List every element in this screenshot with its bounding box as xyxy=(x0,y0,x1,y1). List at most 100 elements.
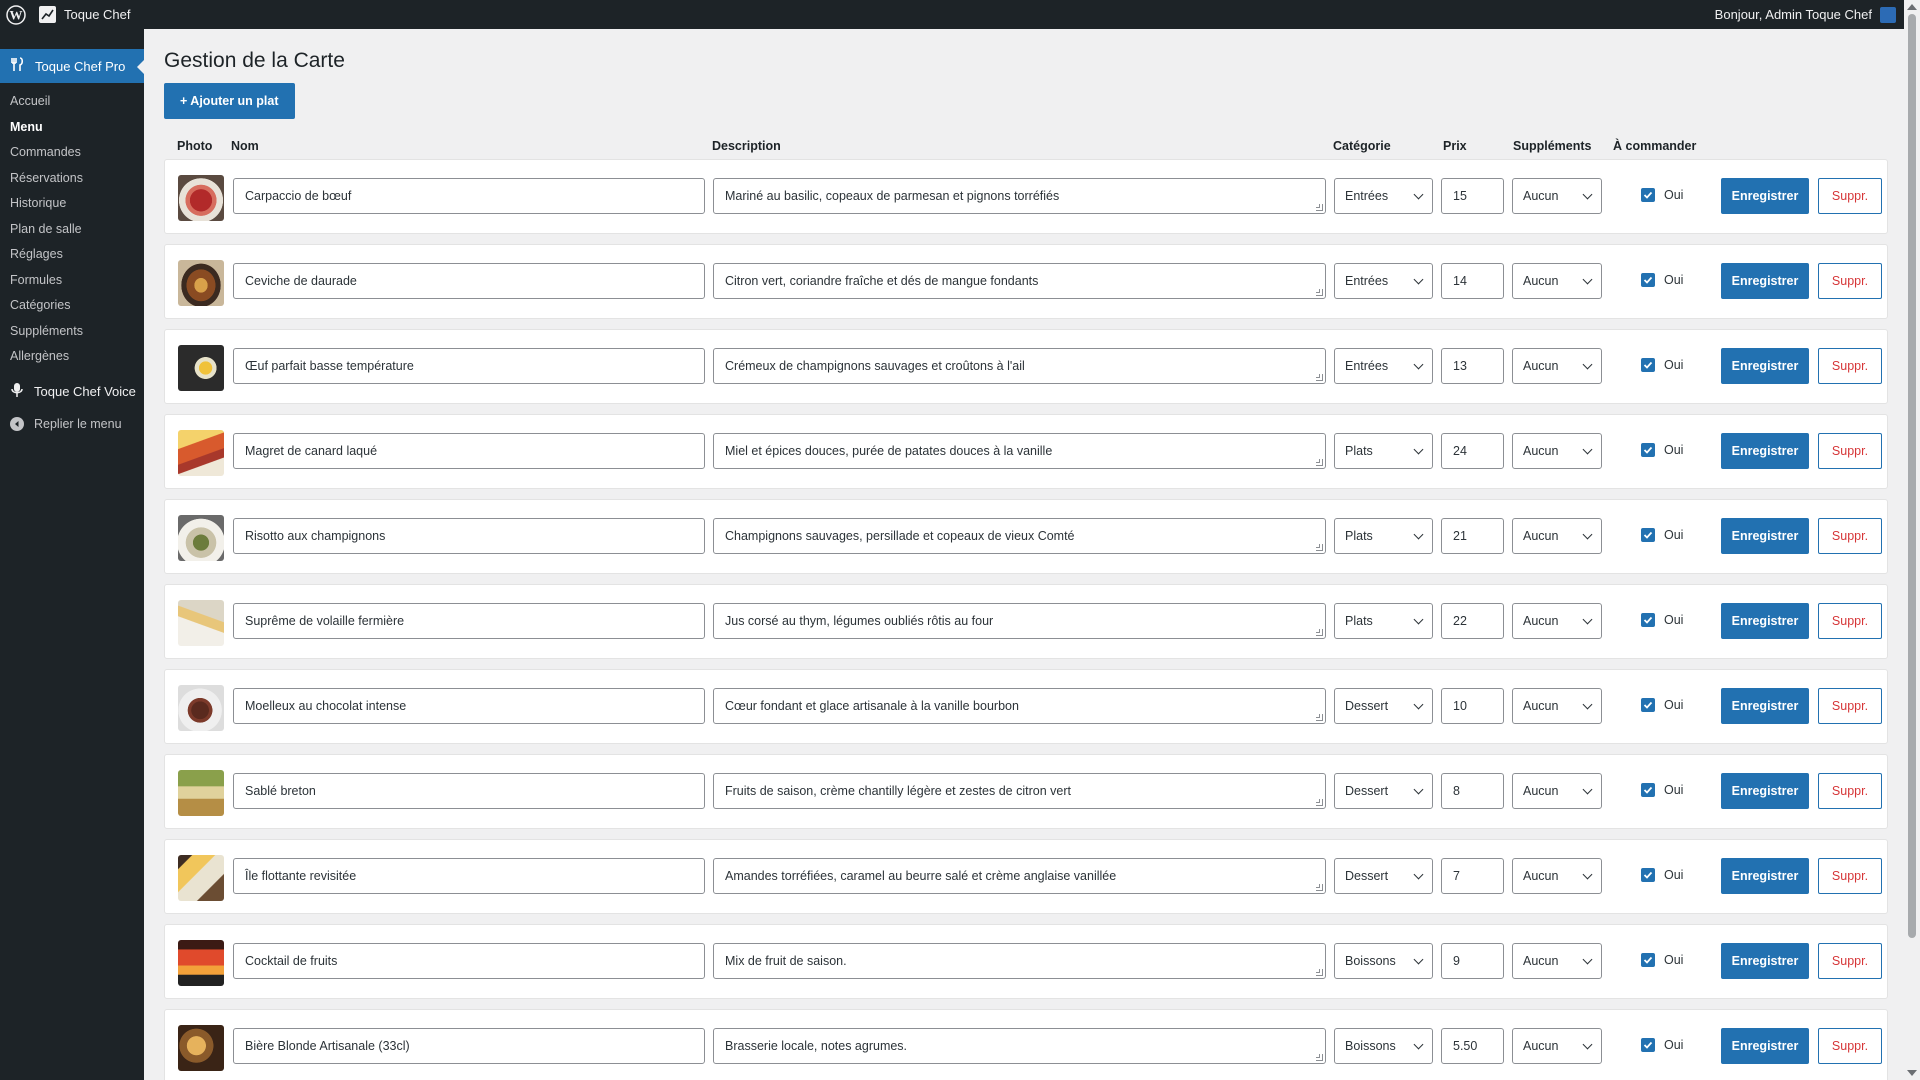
sidebar-item-reservations[interactable]: Réservations xyxy=(0,166,144,192)
dish-photo[interactable] xyxy=(178,685,224,731)
dish-name-input[interactable]: Carpaccio de bœuf xyxy=(233,178,705,214)
save-dish-button[interactable]: Enregistrer xyxy=(1721,263,1809,299)
dish-name-input[interactable]: Bière Blonde Artisanale (33cl) xyxy=(233,1028,705,1064)
sidebar-plugin-header[interactable]: Toque Chef Pro xyxy=(0,49,145,83)
dish-photo[interactable] xyxy=(178,770,224,816)
orderable-checkbox[interactable] xyxy=(1641,443,1655,457)
dish-supplements-select[interactable]: Aucun xyxy=(1512,773,1602,809)
dish-photo[interactable] xyxy=(178,600,224,646)
sidebar-item-plan-de-salle[interactable]: Plan de salle xyxy=(0,217,144,243)
dish-photo[interactable] xyxy=(178,260,224,306)
dish-photo[interactable] xyxy=(178,175,224,221)
orderable-checkbox[interactable] xyxy=(1641,188,1655,202)
dish-supplements-select[interactable]: Aucun xyxy=(1512,263,1602,299)
resize-grip-icon[interactable] xyxy=(1316,544,1323,551)
delete-dish-button[interactable]: Suppr. xyxy=(1818,688,1882,724)
delete-dish-button[interactable]: Suppr. xyxy=(1818,518,1882,554)
delete-dish-button[interactable]: Suppr. xyxy=(1818,603,1882,639)
dish-category-select[interactable]: Entrées xyxy=(1334,348,1433,384)
dish-description-textarea[interactable]: Champignons sauvages, persillade et cope… xyxy=(713,518,1326,554)
orderable-checkbox[interactable] xyxy=(1641,358,1655,372)
dish-category-select[interactable]: Entrées xyxy=(1334,178,1433,214)
dish-category-select[interactable]: Dessert xyxy=(1334,688,1433,724)
dish-price-input[interactable]: 8 xyxy=(1441,773,1504,809)
dish-name-input[interactable]: Œuf parfait basse température xyxy=(233,348,705,384)
dish-supplements-select[interactable]: Aucun xyxy=(1512,518,1602,554)
dish-price-input[interactable]: 10 xyxy=(1441,688,1504,724)
dish-category-select[interactable]: Plats xyxy=(1334,603,1433,639)
dish-supplements-select[interactable]: Aucun xyxy=(1512,348,1602,384)
dish-supplements-select[interactable]: Aucun xyxy=(1512,603,1602,639)
orderable-checkbox[interactable] xyxy=(1641,528,1655,542)
dish-price-input[interactable]: 15 xyxy=(1441,178,1504,214)
sidebar-item-voice[interactable]: Toque Chef Voice xyxy=(0,376,144,408)
dish-price-input[interactable]: 22 xyxy=(1441,603,1504,639)
dish-supplements-select[interactable]: Aucun xyxy=(1512,1028,1602,1064)
delete-dish-button[interactable]: Suppr. xyxy=(1818,1028,1882,1064)
orderable-checkbox[interactable] xyxy=(1641,1038,1655,1052)
dish-supplements-select[interactable]: Aucun xyxy=(1512,178,1602,214)
dish-category-select[interactable]: Plats xyxy=(1334,518,1433,554)
dish-name-input[interactable]: Ceviche de daurade xyxy=(233,263,705,299)
dish-name-input[interactable]: Sablé breton xyxy=(233,773,705,809)
save-dish-button[interactable]: Enregistrer xyxy=(1721,518,1809,554)
delete-dish-button[interactable]: Suppr. xyxy=(1818,178,1882,214)
site-link[interactable]: Toque Chef xyxy=(39,6,131,23)
dish-photo[interactable] xyxy=(178,855,224,901)
dish-name-input[interactable]: Suprême de volaille fermière xyxy=(233,603,705,639)
dish-supplements-select[interactable]: Aucun xyxy=(1512,688,1602,724)
user-account[interactable]: Bonjour, Admin Toque Chef xyxy=(1715,0,1896,29)
save-dish-button[interactable]: Enregistrer xyxy=(1721,603,1809,639)
dish-photo[interactable] xyxy=(178,345,224,391)
delete-dish-button[interactable]: Suppr. xyxy=(1818,943,1882,979)
dish-category-select[interactable]: Boissons xyxy=(1334,943,1433,979)
dish-description-textarea[interactable]: Cœur fondant et glace artisanale à la va… xyxy=(713,688,1326,724)
dish-description-textarea[interactable]: Fruits de saison, crème chantilly légère… xyxy=(713,773,1326,809)
dish-description-textarea[interactable]: Brasserie locale, notes agrumes. xyxy=(713,1028,1326,1064)
sidebar-item-historique[interactable]: Historique xyxy=(0,191,144,217)
dish-price-input[interactable]: 24 xyxy=(1441,433,1504,469)
dish-price-input[interactable]: 7 xyxy=(1441,858,1504,894)
resize-grip-icon[interactable] xyxy=(1316,629,1323,636)
sidebar-item-supplements[interactable]: Suppléments xyxy=(0,319,144,345)
dish-category-select[interactable]: Plats xyxy=(1334,433,1433,469)
save-dish-button[interactable]: Enregistrer xyxy=(1721,348,1809,384)
dish-name-input[interactable]: Risotto aux champignons xyxy=(233,518,705,554)
dish-description-textarea[interactable]: Jus corsé au thym, légumes oubliés rôtis… xyxy=(713,603,1326,639)
page-scrollbar[interactable] xyxy=(1904,0,1920,1080)
orderable-checkbox[interactable] xyxy=(1641,868,1655,882)
resize-grip-icon[interactable] xyxy=(1316,884,1323,891)
orderable-checkbox[interactable] xyxy=(1641,613,1655,627)
dish-photo[interactable] xyxy=(178,515,224,561)
save-dish-button[interactable]: Enregistrer xyxy=(1721,178,1809,214)
dish-price-input[interactable]: 9 xyxy=(1441,943,1504,979)
sidebar-item-categories[interactable]: Catégories xyxy=(0,293,144,319)
resize-grip-icon[interactable] xyxy=(1316,969,1323,976)
sidebar-item-reglages[interactable]: Réglages xyxy=(0,242,144,268)
dish-supplements-select[interactable]: Aucun xyxy=(1512,943,1602,979)
resize-grip-icon[interactable] xyxy=(1316,289,1323,296)
resize-grip-icon[interactable] xyxy=(1316,374,1323,381)
dish-category-select[interactable]: Dessert xyxy=(1334,858,1433,894)
sidebar-item-formules[interactable]: Formules xyxy=(0,268,144,294)
save-dish-button[interactable]: Enregistrer xyxy=(1721,433,1809,469)
scroll-thumb[interactable] xyxy=(1908,14,1916,938)
dish-price-input[interactable]: 14 xyxy=(1441,263,1504,299)
save-dish-button[interactable]: Enregistrer xyxy=(1721,773,1809,809)
save-dish-button[interactable]: Enregistrer xyxy=(1721,858,1809,894)
sidebar-item-menu[interactable]: Menu xyxy=(0,115,144,141)
save-dish-button[interactable]: Enregistrer xyxy=(1721,1028,1809,1064)
dish-name-input[interactable]: Cocktail de fruits xyxy=(233,943,705,979)
save-dish-button[interactable]: Enregistrer xyxy=(1721,943,1809,979)
dish-description-textarea[interactable]: Crémeux de champignons sauvages et croût… xyxy=(713,348,1326,384)
dish-category-select[interactable]: Dessert xyxy=(1334,773,1433,809)
delete-dish-button[interactable]: Suppr. xyxy=(1818,263,1882,299)
resize-grip-icon[interactable] xyxy=(1316,714,1323,721)
dish-price-input[interactable]: 13 xyxy=(1441,348,1504,384)
scroll-down-arrow-icon[interactable] xyxy=(1907,1070,1917,1076)
scroll-up-arrow-icon[interactable] xyxy=(1907,4,1917,10)
dish-photo[interactable] xyxy=(178,1025,224,1071)
delete-dish-button[interactable]: Suppr. xyxy=(1818,858,1882,894)
dish-supplements-select[interactable]: Aucun xyxy=(1512,858,1602,894)
resize-grip-icon[interactable] xyxy=(1316,459,1323,466)
